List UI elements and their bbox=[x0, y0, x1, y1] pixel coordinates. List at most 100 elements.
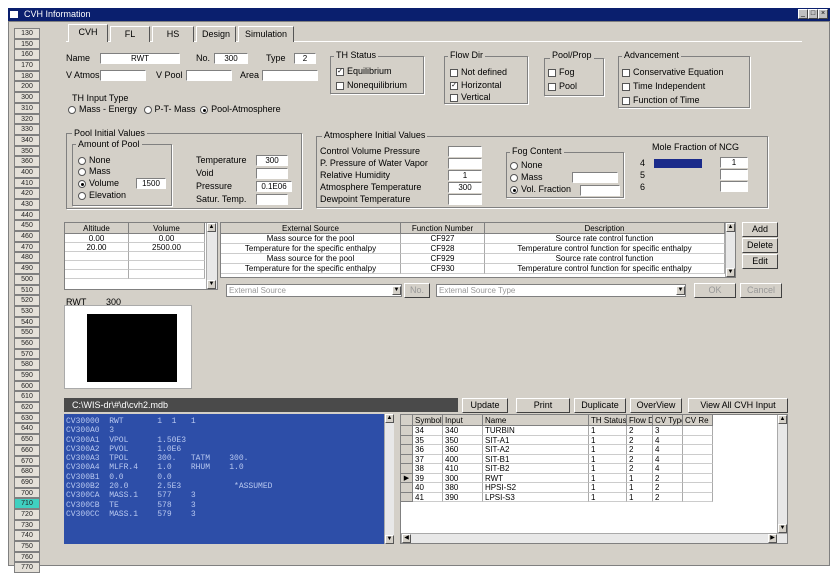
cv-list-item[interactable]: 600 bbox=[14, 380, 40, 392]
cv-list-item[interactable]: 770 bbox=[14, 562, 40, 573]
cvh-grid-cell[interactable]: SIT-B2 bbox=[483, 464, 589, 474]
cv-list-item[interactable]: 610 bbox=[14, 391, 40, 403]
cvh-grid-cell[interactable]: 2 bbox=[653, 492, 683, 502]
row-selector[interactable] bbox=[401, 445, 413, 455]
row-selector[interactable] bbox=[401, 464, 413, 474]
function-of-time-checkbox[interactable] bbox=[622, 96, 630, 105]
cvh-grid-cell[interactable]: 37 bbox=[413, 454, 443, 464]
pool-elevation-option[interactable]: Elevation bbox=[78, 190, 126, 200]
cv-list-item[interactable]: 530 bbox=[14, 305, 40, 317]
pool-mass-radio[interactable] bbox=[78, 167, 86, 176]
duplicate-button[interactable]: Duplicate bbox=[574, 398, 626, 413]
cvh-grid-cell[interactable]: 2 bbox=[653, 483, 683, 493]
cvh-grid-cell[interactable]: 2 bbox=[627, 454, 653, 464]
tab-cvh[interactable]: CVH bbox=[68, 24, 108, 42]
cv-list-item[interactable]: 730 bbox=[14, 519, 40, 531]
equilibrium-checkbox[interactable]: ✓ bbox=[336, 67, 344, 76]
scroll-up-icon[interactable]: ▲ bbox=[385, 414, 394, 423]
cvh-grid-header[interactable]: TH Status bbox=[589, 415, 627, 426]
cv-list-item[interactable]: 620 bbox=[14, 402, 40, 413]
type-field[interactable]: 2 bbox=[294, 53, 316, 64]
cv-list-item[interactable]: 470 bbox=[14, 241, 40, 253]
cvh-grid-cell[interactable] bbox=[683, 483, 713, 493]
cvh-grid-cell[interactable]: 36 bbox=[413, 445, 443, 455]
fog-none-radio[interactable] bbox=[510, 161, 518, 170]
cv-list-item[interactable]: 520 bbox=[14, 295, 40, 306]
fog-mass-radio[interactable] bbox=[510, 173, 518, 182]
alt-cell[interactable] bbox=[65, 261, 129, 270]
cvh-grid-cell[interactable]: 300 bbox=[443, 473, 483, 483]
cv-list-item[interactable]: 630 bbox=[14, 412, 40, 424]
ext-source-cell[interactable]: Temperature for the specific enthalpy bbox=[221, 264, 401, 274]
cvh-grid-header[interactable]: Name bbox=[483, 415, 589, 426]
cv-list-item[interactable]: 480 bbox=[14, 252, 40, 264]
fog-volfrac-radio[interactable] bbox=[510, 185, 518, 194]
maximize-button[interactable]: □ bbox=[808, 9, 818, 19]
cvh-grid-cell[interactable]: 350 bbox=[443, 435, 483, 445]
scroll-up-icon[interactable]: ▲ bbox=[726, 223, 735, 232]
cvh-grid-cell[interactable]: 390 bbox=[443, 492, 483, 502]
tab-hs[interactable]: HS bbox=[152, 26, 194, 42]
cvh-grid-cell[interactable]: 2 bbox=[653, 473, 683, 483]
pool-elevation-radio[interactable] bbox=[78, 191, 86, 200]
cvh-grid-cell[interactable]: 380 bbox=[443, 483, 483, 493]
fog-none-option[interactable]: None bbox=[510, 160, 543, 170]
description-cell[interactable]: Temperature control function for specifi… bbox=[485, 244, 725, 254]
pool-mass-option[interactable]: Mass bbox=[78, 166, 111, 176]
pool-checkbox[interactable] bbox=[548, 82, 556, 91]
fog-mass-option[interactable]: Mass bbox=[510, 172, 543, 182]
temperature-field[interactable]: 300 bbox=[256, 155, 288, 166]
description-cell[interactable]: Temperature control function for specifi… bbox=[485, 264, 725, 274]
scroll-up-icon[interactable]: ▲ bbox=[207, 223, 216, 232]
ext-source-cell[interactable]: Mass source for the pool bbox=[221, 254, 401, 264]
fog-volfrac-field[interactable] bbox=[580, 185, 620, 196]
horizontal-checkbox[interactable]: ✓ bbox=[450, 81, 458, 90]
cv-list-item[interactable]: 590 bbox=[14, 370, 40, 381]
cv-list-item[interactable]: 650 bbox=[14, 434, 40, 445]
pool-none-option[interactable]: None bbox=[78, 155, 111, 165]
vpool-field[interactable] bbox=[186, 70, 232, 81]
cvh-grid-cell[interactable]: 40 bbox=[413, 483, 443, 493]
satur-temp-field[interactable] bbox=[256, 194, 288, 205]
cv-list-item[interactable]: 540 bbox=[14, 316, 40, 328]
ok-button[interactable]: OK bbox=[694, 283, 736, 298]
equilibrium-option[interactable]: ✓ Equilibrium bbox=[336, 66, 392, 76]
vol-cell[interactable] bbox=[129, 270, 205, 279]
cvh-grid-cell[interactable]: 340 bbox=[443, 426, 483, 436]
cvh-grid-cell[interactable]: 1 bbox=[627, 473, 653, 483]
alt-scrollbar[interactable]: ▲ ▼ bbox=[206, 223, 217, 289]
cancel-button[interactable]: Cancel bbox=[740, 283, 782, 298]
scroll-down-icon[interactable]: ▼ bbox=[778, 524, 787, 533]
description-cell[interactable]: Source rate control function bbox=[485, 254, 725, 264]
cvh-grid-cell[interactable] bbox=[683, 464, 713, 474]
cvh-grid-cell[interactable]: 34 bbox=[413, 426, 443, 436]
cv-list-item[interactable]: 490 bbox=[14, 263, 40, 274]
cvh-grid-cell[interactable]: TURBIN bbox=[483, 426, 589, 436]
alt-cell[interactable] bbox=[65, 270, 129, 279]
conservative-checkbox[interactable] bbox=[622, 68, 630, 77]
ext-source-cell[interactable]: Temperature for the specific enthalpy bbox=[221, 244, 401, 254]
pool-volume-radio[interactable] bbox=[78, 179, 86, 188]
cv-list-item[interactable]: 460 bbox=[14, 231, 40, 242]
external-source-combo[interactable]: External Source bbox=[226, 284, 402, 297]
radio-ptmass[interactable] bbox=[143, 105, 152, 114]
cv-list-item[interactable]: 720 bbox=[14, 508, 40, 520]
cvh-grid-cell[interactable]: 41 bbox=[413, 492, 443, 502]
time-independent-checkbox[interactable] bbox=[622, 82, 630, 91]
cvh-grid-cell[interactable] bbox=[683, 492, 713, 502]
scroll-left-icon[interactable]: ◀ bbox=[402, 534, 411, 543]
cvh-grid-header[interactable]: Input bbox=[443, 415, 483, 426]
row-selector[interactable] bbox=[401, 483, 413, 493]
cv-list-item[interactable]: 740 bbox=[14, 530, 40, 541]
cvh-grid-cell[interactable]: 2 bbox=[627, 426, 653, 436]
cvh-grid-cell[interactable]: 1 bbox=[627, 492, 653, 502]
scroll-up-icon[interactable]: ▲ bbox=[778, 415, 787, 424]
fog-option[interactable]: Fog bbox=[548, 67, 575, 77]
cv-list-item[interactable]: 410 bbox=[14, 177, 40, 189]
no-button[interactable]: No. bbox=[404, 283, 430, 298]
cvh-grid-header[interactable]: CV Type bbox=[653, 415, 683, 426]
cv-list-item[interactable]: 690 bbox=[14, 476, 40, 488]
tab-fl[interactable]: FL bbox=[110, 26, 150, 42]
scroll-right-icon[interactable]: ▶ bbox=[768, 534, 777, 543]
cv-list-item[interactable]: 180 bbox=[14, 70, 40, 82]
